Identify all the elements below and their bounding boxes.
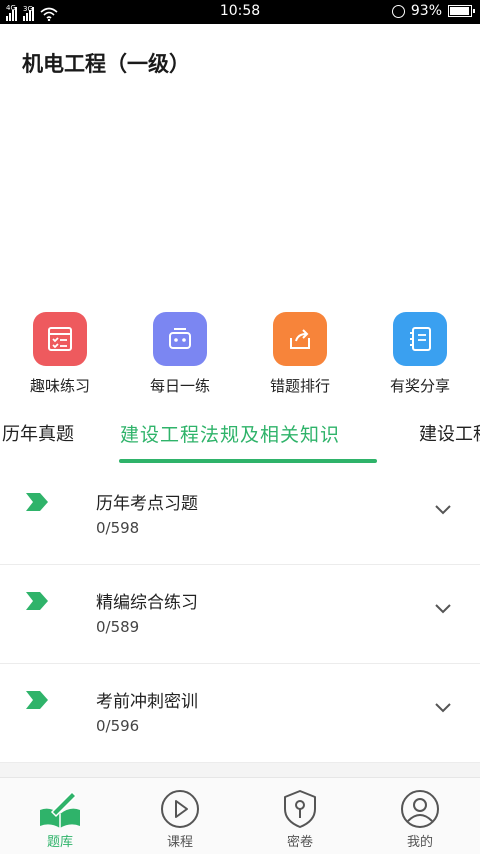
list-item-title: 历年考点习题 [96,494,198,514]
quick-action-label: 错题排行 [269,377,330,395]
nav-question-bank[interactable]: 题库 [20,788,100,850]
nav-label: 密卷 [286,835,313,850]
chevron-flag-icon [26,592,48,610]
tab-construction-law[interactable]: 建设工程法规及相关知识 [120,420,340,447]
subject-tabs: 历年真题 建设工程法规及相关知识 建设工程 [0,408,480,466]
list-item[interactable]: 历年考点习题 0/598 [0,466,480,565]
chevron-down-icon[interactable] [434,702,452,714]
battery-icon [448,5,475,17]
quick-action-daily[interactable]: 每日一练 [130,312,230,396]
list-item[interactable]: 精编综合练习 0/589 [0,565,480,664]
share-box-icon [273,312,327,366]
section-divider [0,763,480,777]
nav-mine[interactable]: 我的 [380,788,460,850]
notebook-icon [393,312,447,366]
quick-action-label: 趣味练习 [29,377,90,395]
status-bar: 4G 3G 10:58 93% [0,0,480,24]
page-title: 机电工程（一级） [22,52,190,76]
list-item-title: 考前冲刺密训 [96,692,198,712]
robot-icon [153,312,207,366]
chevron-down-icon[interactable] [434,603,452,615]
quick-actions: 趣味练习 每日一练 错题排行 有奖分享 [0,312,480,398]
book-pen-icon [40,790,80,828]
list-item-count: 0/589 [96,618,140,636]
alarm-icon [391,4,405,18]
battery-percent: 93% [410,3,442,19]
quick-action-share[interactable]: 有奖分享 [370,312,470,396]
chevron-flag-icon [26,691,48,709]
list-item-title: 精编综合练习 [96,593,198,613]
quick-action-label: 每日一练 [149,377,210,395]
quick-action-label: 有奖分享 [389,377,450,395]
chevron-flag-icon [26,493,48,511]
shield-key-icon [284,790,316,828]
user-icon [401,790,439,828]
list-item[interactable]: 考前冲刺密训 0/596 [0,664,480,763]
list-item-count: 0/596 [96,717,140,735]
tab-past-exams[interactable]: 历年真题 [2,420,74,446]
quick-action-practice[interactable]: 趣味练习 [10,312,110,396]
quick-action-wrong-rank[interactable]: 错题排行 [250,312,350,396]
nav-secret-papers[interactable]: 密卷 [260,788,340,850]
play-icon [161,790,199,828]
nav-label: 题库 [46,835,73,850]
chevron-down-icon[interactable] [434,504,452,516]
tab-construction-engineering[interactable]: 建设工程 [419,420,480,446]
nav-label: 课程 [166,835,193,850]
nav-courses[interactable]: 课程 [140,788,220,850]
tab-active-indicator [119,459,377,463]
list-item-count: 0/598 [96,519,140,537]
nav-label: 我的 [406,835,433,850]
exercise-list: 历年考点习题 0/598 精编综合练习 0/589 考前冲刺密训 0/596 [0,466,480,763]
practice-icon [33,312,87,366]
bottom-nav: 题库 课程 密卷 我的 [0,777,480,854]
